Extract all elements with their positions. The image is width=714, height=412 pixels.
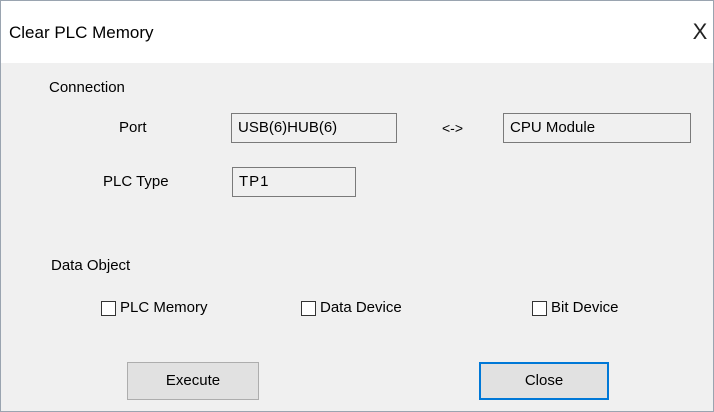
checkbox-box[interactable] [532, 300, 547, 316]
port-label: Port [119, 119, 147, 136]
data-object-group-label: Data Object [51, 257, 131, 274]
checkbox-label[interactable]: PLC Memory [120, 299, 208, 317]
close-icon[interactable]: X [689, 19, 711, 45]
connection-group-label: Connection [49, 79, 125, 96]
clear-plc-memory-dialog: Clear PLC Memory X Connection Port USB(6… [0, 0, 714, 412]
plc-type-field: TP1 [232, 167, 356, 197]
execute-button[interactable]: Execute [127, 362, 259, 400]
title-bar: Clear PLC Memory X [1, 1, 713, 63]
plc-memory-checkbox[interactable]: PLC Memory [101, 297, 208, 319]
connection-arrow: <-> [442, 120, 464, 136]
close-button[interactable]: Close [479, 362, 609, 400]
bit-device-checkbox[interactable]: Bit Device [532, 297, 619, 319]
plc-type-label: PLC Type [103, 173, 169, 190]
checkbox-box[interactable] [301, 300, 316, 316]
checkbox-box[interactable] [101, 300, 116, 316]
checkbox-label[interactable]: Data Device [320, 299, 402, 317]
target-module-field: CPU Module [503, 113, 691, 143]
dialog-title: Clear PLC Memory [9, 23, 154, 42]
checkbox-label[interactable]: Bit Device [551, 299, 619, 317]
data-device-checkbox[interactable]: Data Device [301, 297, 402, 319]
port-field: USB(6)HUB(6) [231, 113, 397, 143]
